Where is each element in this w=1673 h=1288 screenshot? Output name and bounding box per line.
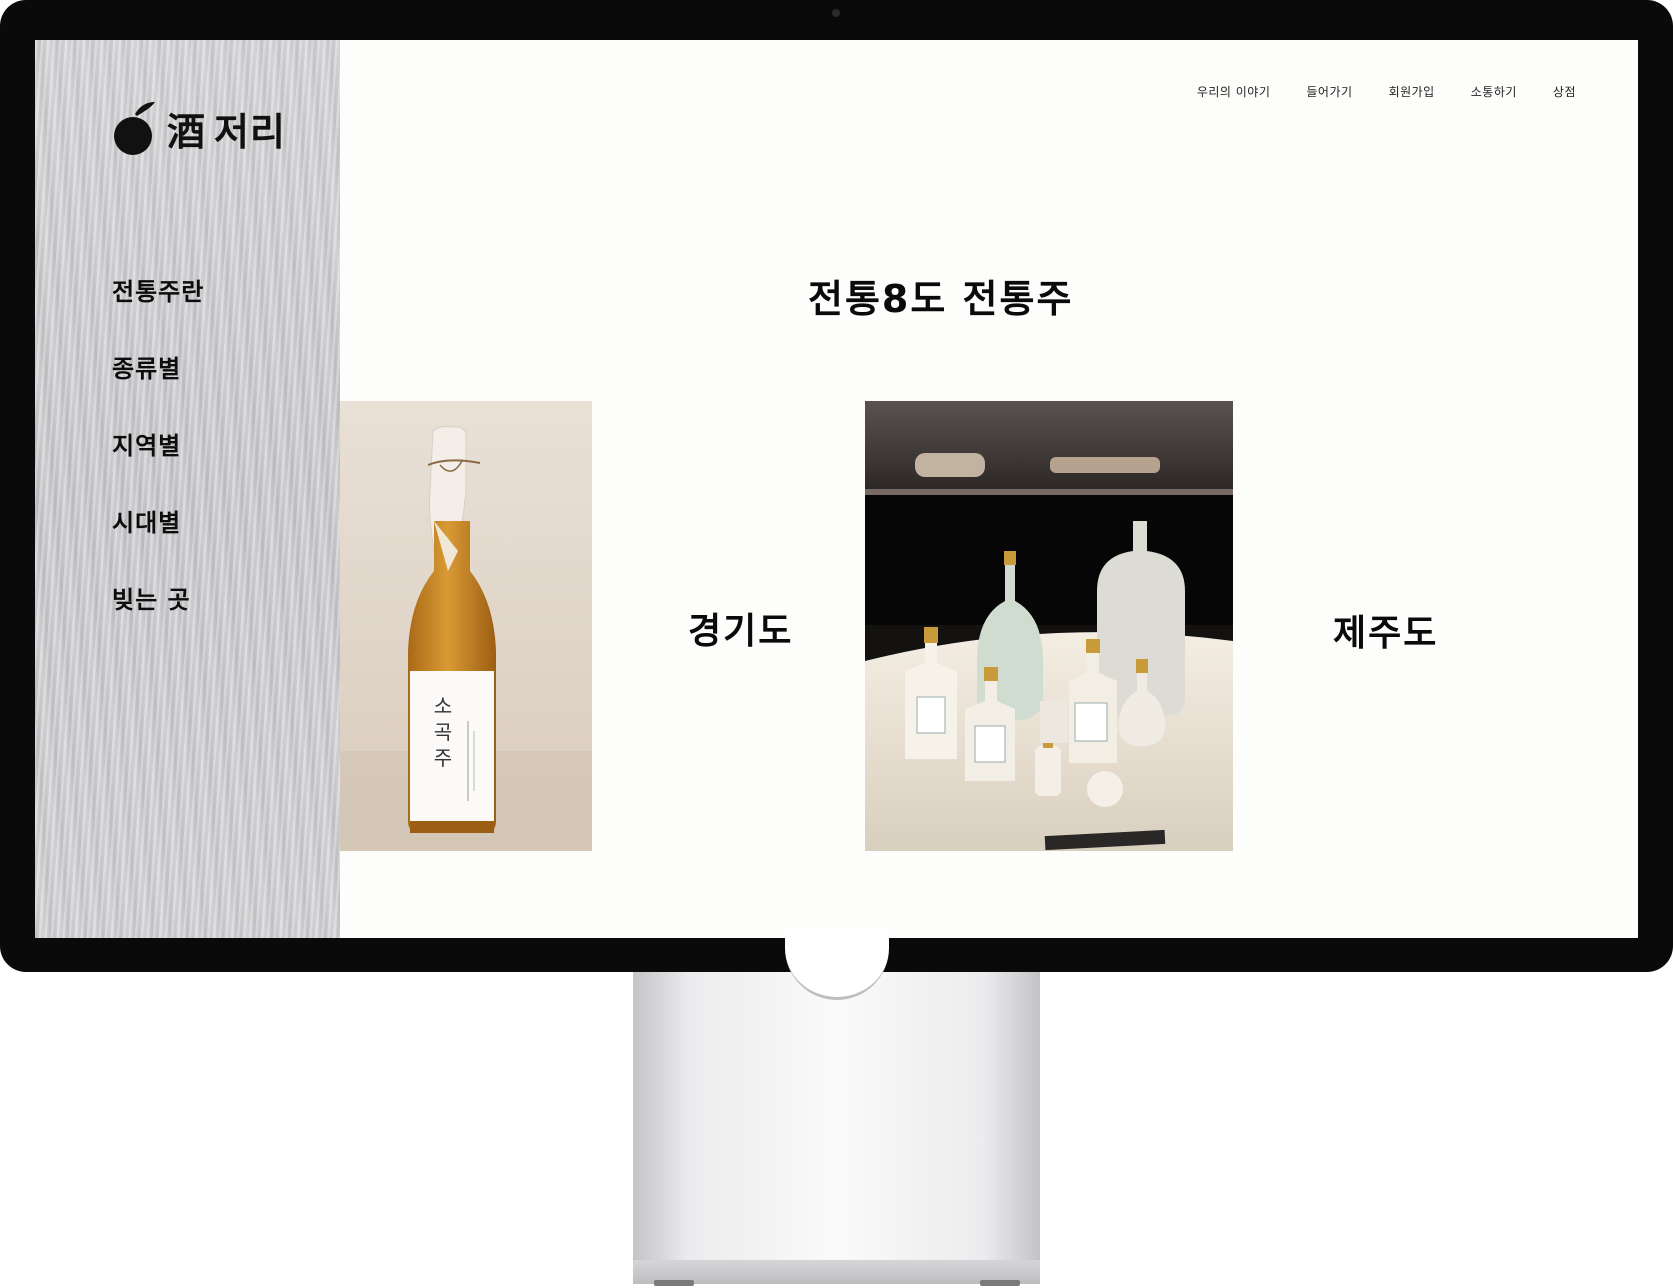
top-nav-signup[interactable]: 회원가입 — [1389, 85, 1435, 99]
top-nav: 우리의 이야기 들어가기 회원가입 소통하기 상점 — [1197, 81, 1576, 100]
side-nav-item: 전통주란 — [112, 272, 204, 349]
top-nav-our-story[interactable]: 우리의 이야기 — [1197, 85, 1271, 99]
side-nav-item: 빚는 곳 — [112, 580, 204, 657]
page-title: 전통8도 전통주 — [808, 277, 1074, 321]
top-nav-enter[interactable]: 들어가기 — [1306, 85, 1352, 99]
region-label-gyeonggi[interactable]: 경기도 — [688, 602, 793, 654]
monitor-bezel: 酒 저리 전통주란 종류별 지역별 시대별 빚는 곳 우리의 이야기 들어가기 … — [0, 0, 1673, 972]
svg-text:곡: 곡 — [434, 720, 452, 744]
side-nav-link-by-type[interactable]: 종류별 — [112, 349, 181, 384]
pear-logo-icon — [114, 102, 155, 155]
side-nav-link-intro[interactable]: 전통주란 — [112, 272, 204, 307]
stand-foot — [654, 1280, 694, 1286]
side-nav-link-by-era[interactable]: 시대별 — [112, 503, 181, 538]
logo-hanja: 酒 — [167, 108, 207, 154]
site-logo[interactable]: 酒 저리 — [111, 98, 286, 158]
stand-foot — [980, 1280, 1020, 1286]
monitor-stand — [633, 972, 1040, 1284]
top-nav-shop[interactable]: 상점 — [1553, 85, 1576, 99]
side-nav-link-by-region[interactable]: 지역별 — [112, 426, 181, 461]
region-label-jeju[interactable]: 제주도 — [1333, 604, 1438, 656]
sidebar: 酒 저리 전통주란 종류별 지역별 시대별 빚는 곳 — [35, 40, 340, 938]
jeju-bottles-photo — [865, 401, 1233, 851]
side-nav: 전통주란 종류별 지역별 시대별 빚는 곳 — [112, 272, 204, 657]
svg-text:주: 주 — [434, 746, 452, 770]
logo-wordmark: 저리 — [214, 108, 286, 154]
side-nav-item: 지역별 — [112, 426, 204, 503]
camera-dot — [832, 9, 840, 17]
side-nav-link-brewery[interactable]: 빚는 곳 — [112, 580, 191, 615]
region-image-gyeonggi[interactable]: 소 곡 주 — [340, 401, 592, 851]
svg-text:소: 소 — [434, 694, 452, 718]
side-nav-item: 시대별 — [112, 503, 204, 580]
region-image-jeju[interactable] — [865, 401, 1233, 851]
side-nav-item: 종류별 — [112, 349, 204, 426]
website-screen: 酒 저리 전통주란 종류별 지역별 시대별 빚는 곳 우리의 이야기 들어가기 … — [35, 40, 1638, 938]
sogokju-bottle-photo: 소 곡 주 — [340, 401, 592, 851]
top-nav-community[interactable]: 소통하기 — [1471, 85, 1517, 99]
